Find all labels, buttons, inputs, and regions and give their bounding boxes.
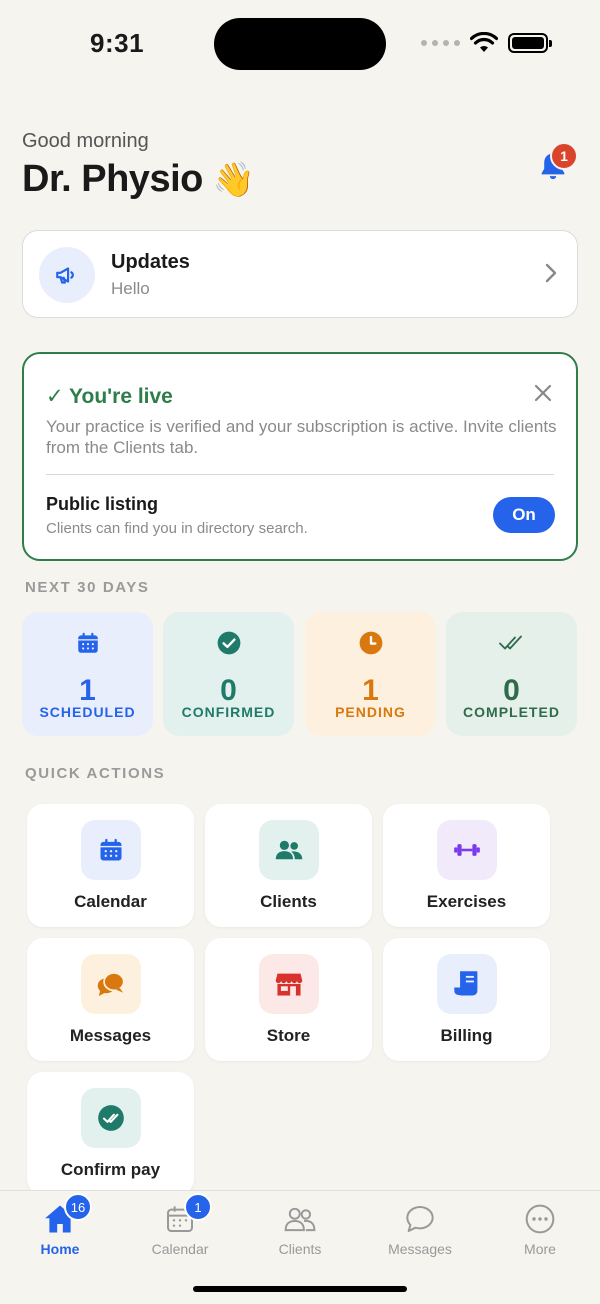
status-time: 9:31 [90, 28, 145, 58]
quick-action-exercises[interactable]: Exercises [383, 804, 550, 927]
stat-completed[interactable]: 0 COMPLETED [446, 612, 577, 736]
notifications-button[interactable]: 1 [536, 142, 578, 184]
check-circle-icon [217, 631, 240, 655]
wifi-icon [470, 32, 498, 52]
tab-label: Calendar [151, 1241, 209, 1257]
stat-value: 0 [220, 674, 237, 707]
receipt-icon [437, 954, 497, 1014]
megaphone-icon [39, 247, 95, 303]
live-description: Your practice is verified and your subsc… [46, 417, 557, 457]
quick-action-label: Clients [260, 892, 317, 911]
notification-badge: 1 [550, 142, 578, 170]
chat-icon [81, 954, 141, 1014]
quick-action-label: Store [266, 1026, 311, 1045]
close-icon[interactable] [534, 384, 552, 402]
stat-value: 1 [79, 674, 96, 707]
check-badge-icon [81, 1088, 141, 1148]
section-next-30-days: NEXT 30 DAYS [25, 579, 150, 596]
updates-subtitle: Hello [111, 279, 150, 298]
tab-label: Messages [388, 1241, 452, 1257]
stat-confirmed[interactable]: 0 CONFIRMED [163, 612, 294, 736]
quick-action-label: Messages [69, 1026, 152, 1045]
stat-pending[interactable]: 1 PENDING [305, 612, 436, 736]
quick-action-messages[interactable]: Messages [27, 938, 194, 1061]
more-icon [525, 1204, 555, 1234]
stat-label: CONFIRMED [181, 704, 276, 720]
live-title: ✓ You're live [46, 385, 173, 408]
quick-action-billing[interactable]: Billing [383, 938, 550, 1061]
chevron-right-icon [545, 263, 557, 283]
public-listing-title: Public listing [46, 494, 159, 514]
tab-messages[interactable]: Messages [360, 1201, 480, 1257]
tab-more[interactable]: More [480, 1201, 600, 1257]
stat-scheduled[interactable]: 1 SCHEDULED [22, 612, 153, 736]
calendar-icon [77, 632, 98, 653]
calendar-icon [81, 820, 141, 880]
tab-badge: 16 [64, 1193, 92, 1221]
tab-label: Clients [278, 1241, 322, 1257]
quick-action-label: Calendar [74, 892, 147, 911]
stat-label: SCHEDULED [39, 704, 136, 720]
quick-action-calendar[interactable]: Calendar [27, 804, 194, 927]
status-bar: 9:31 [0, 0, 600, 90]
dumbbell-icon [437, 820, 497, 880]
divider [46, 474, 554, 475]
user-name: Dr. Physio [22, 158, 203, 200]
tab-badge: 1 [184, 1193, 212, 1221]
tab-calendar[interactable]: 1 Calendar [120, 1193, 240, 1257]
users-icon [284, 1207, 316, 1232]
dynamic-island [214, 18, 386, 70]
signal-icon [421, 40, 460, 46]
quick-action-label: Confirm pay [60, 1160, 161, 1179]
clock-icon [359, 631, 382, 655]
live-status-card: ✓ You're live Your practice is verified … [22, 352, 578, 561]
chat-icon [406, 1206, 434, 1232]
store-icon [259, 954, 319, 1014]
tab-label: More [524, 1241, 556, 1257]
users-icon [259, 820, 319, 880]
quick-action-confirm-pay[interactable]: Confirm pay [27, 1072, 194, 1195]
public-listing-subtitle: Clients can find you in directory search… [46, 520, 308, 537]
status-icons [421, 32, 552, 54]
public-listing-toggle[interactable]: On [493, 497, 555, 533]
double-check-icon [498, 635, 522, 650]
quick-action-label: Exercises [426, 892, 507, 911]
tab-clients[interactable]: Clients [240, 1201, 360, 1257]
quick-action-label: Billing [440, 1026, 493, 1045]
stat-label: COMPLETED [463, 704, 560, 720]
greeting-text: Good morning [22, 130, 149, 152]
quick-action-clients[interactable]: Clients [205, 804, 372, 927]
tab-home[interactable]: 16 Home [0, 1193, 120, 1257]
quick-action-store[interactable]: Store [205, 938, 372, 1061]
stat-value: 0 [503, 674, 520, 707]
stat-value: 1 [362, 674, 379, 707]
updates-card[interactable]: Updates Hello [22, 230, 578, 318]
tab-label: Home [40, 1241, 80, 1257]
page-title: Dr. Physio 👋 [22, 158, 255, 201]
section-quick-actions: QUICK ACTIONS [25, 765, 166, 782]
stat-label: PENDING [335, 704, 406, 720]
home-indicator [193, 1286, 407, 1292]
updates-title: Updates [111, 251, 190, 273]
wave-emoji: 👋 [212, 161, 255, 199]
battery-icon [508, 33, 552, 53]
